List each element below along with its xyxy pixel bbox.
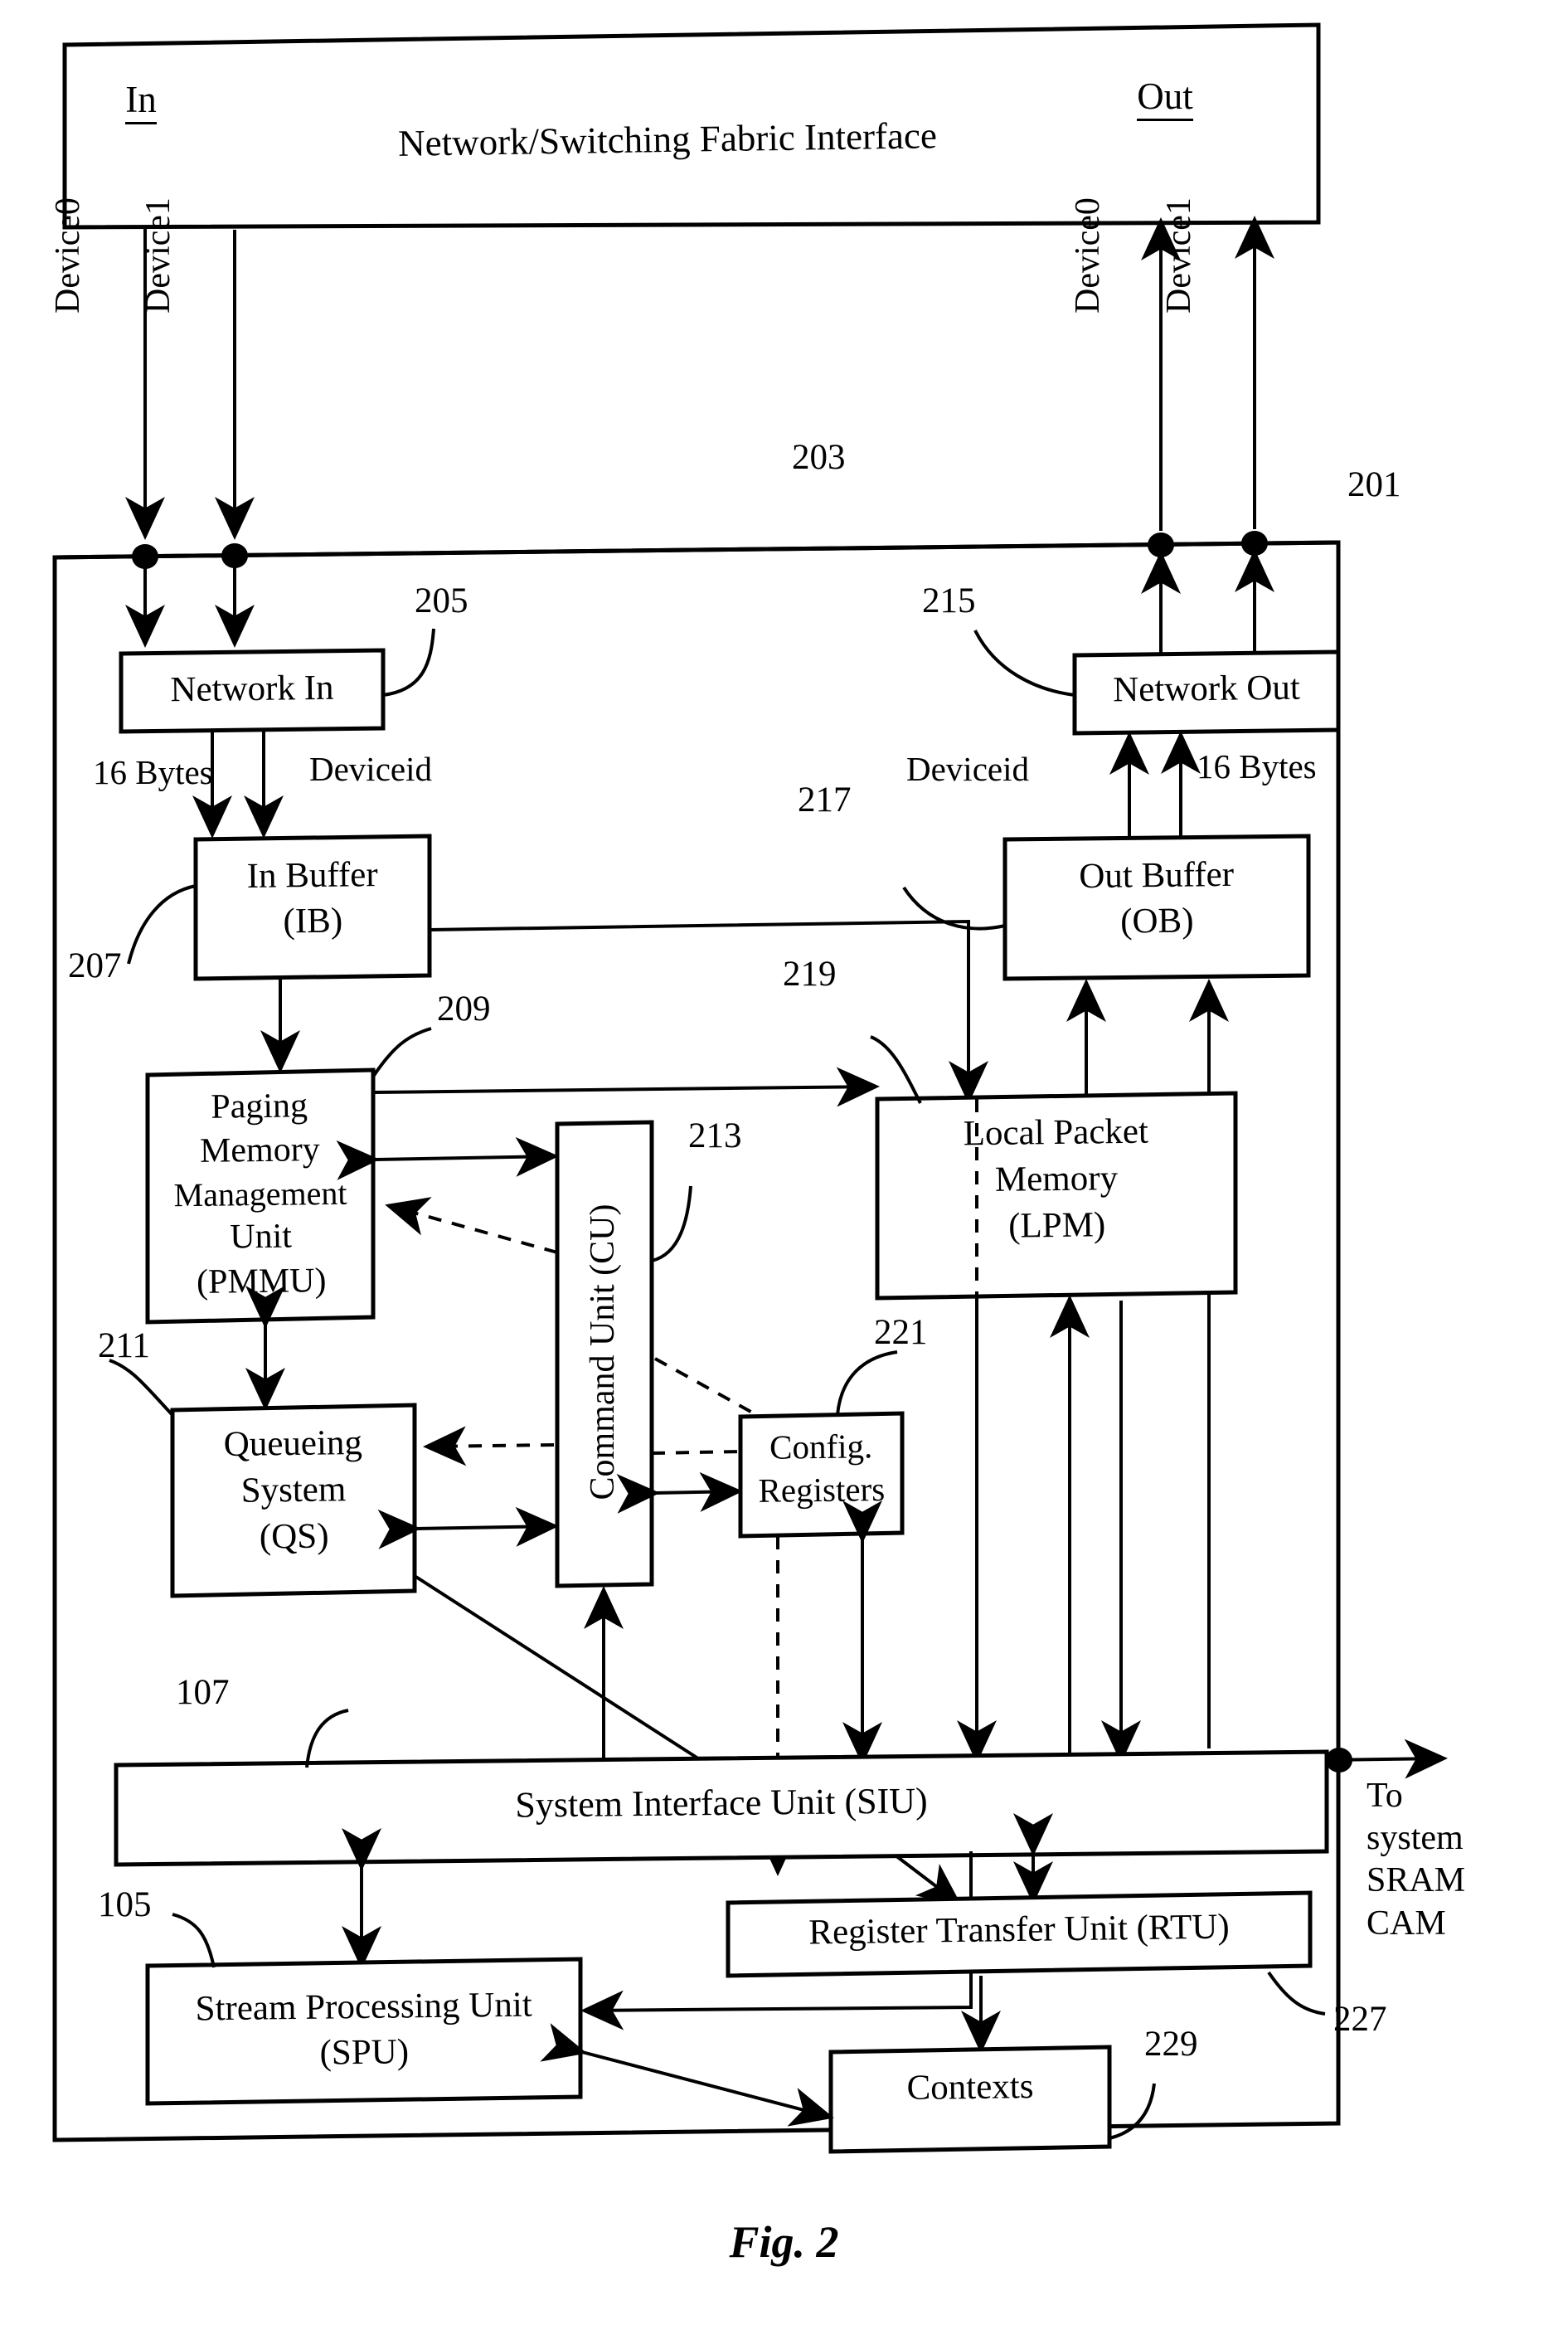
qs-line1: Queueing (223, 1422, 363, 1465)
config-line2: Registers (758, 1470, 886, 1510)
out-buffer-line2: (OB) (1119, 901, 1194, 941)
edge-label-in-16bytes: 16 Bytes (93, 753, 213, 791)
external-line4: CAM (1367, 1904, 1446, 1943)
block-network-out-label: Network Out (1112, 668, 1301, 710)
block-config-registers-label: Config. Registers (740, 1424, 902, 1513)
block-pmmu-label: Paging Memory Management Unit (PMMU) (146, 1083, 374, 1305)
ref-215: 215 (922, 581, 976, 620)
cu-configregs-bidir (616, 1471, 743, 1514)
ref-213: 213 (688, 1116, 742, 1155)
fabric-interface-title: Network/Switching Fabric Interface (397, 114, 938, 164)
block-in-buffer-label: In Buffer (IB) (195, 851, 430, 945)
ref-203: 203 (792, 438, 846, 477)
ref-227: 227 (1333, 2000, 1387, 2039)
in-buffer-line1: In Buffer (246, 855, 378, 896)
external-line1: To (1367, 1777, 1403, 1815)
out-buffer-line1: Out Buffer (1079, 854, 1235, 897)
fabric-out-port-device1-label: Device1 (1160, 197, 1198, 314)
block-rtu-label: Register Transfer Unit (RTU) (808, 1907, 1231, 1953)
spu-line2: (SPU) (319, 2032, 410, 2073)
block-out-buffer-label: Out Buffer (OB) (1004, 851, 1308, 946)
ref-105: 105 (98, 1885, 152, 1924)
pmmu-line2: Memory (199, 1131, 320, 1171)
pmmu-line3: Management (173, 1174, 347, 1213)
block-network-in-label: Network In (170, 668, 334, 710)
in-buffer-line2: (IB) (283, 901, 343, 941)
block-command-unit-label: Command Unit (CU) (584, 1204, 622, 1500)
ref-219: 219 (783, 955, 837, 994)
config-line1: Config. (769, 1427, 873, 1466)
ref-229: 229 (1144, 2025, 1198, 2064)
ref-201: 201 (1347, 465, 1401, 504)
siu-external-junction (1326, 1748, 1352, 1773)
block-queueing-system-label: Queueing System (QS) (172, 1419, 415, 1561)
qs-line2: System (240, 1470, 347, 1510)
block-lpm-label: Local Packet Memory (LPM) (876, 1107, 1236, 1251)
ref-207: 207 (68, 946, 122, 985)
edge-label-out-16bytes: 16 Bytes (1197, 747, 1317, 785)
pmmu-line4: Unit (230, 1217, 293, 1257)
ref-211: 211 (98, 1326, 150, 1365)
ref-217: 217 (798, 781, 852, 819)
external-target-label: To system SRAM CAM (1367, 1775, 1524, 1945)
ref-107: 107 (176, 1673, 230, 1712)
fabric-out-port-device0-label: Device0 (1069, 197, 1107, 314)
spu-line1: Stream Processing Unit (195, 1985, 532, 2029)
block-contexts-label: Contexts (906, 2067, 1034, 2108)
external-line2: system (1367, 1819, 1464, 1858)
lpm-line2: Memory (994, 1158, 1119, 1199)
edge-label-in-deviceid: Deviceid (309, 750, 432, 788)
ref-209: 209 (437, 990, 491, 1029)
lpm-line3: (LPM) (1007, 1205, 1106, 1246)
fabric-in-port-device0-label: Device0 (49, 197, 87, 314)
fabric-in-port-device1-label: Device1 (139, 197, 177, 314)
external-line3: SRAM (1367, 1861, 1466, 1900)
lpm-line1: Local Packet (963, 1111, 1149, 1154)
pmmu-line1: Paging (211, 1087, 308, 1126)
edge-label-out-deviceid: Deviceid (906, 750, 1029, 788)
pmmu-line5: (PMMU) (196, 1261, 327, 1301)
ref-205: 205 (415, 581, 468, 620)
qs-line3: (QS) (259, 1516, 329, 1557)
ref-221: 221 (874, 1313, 928, 1352)
block-spu-label: Stream Processing Unit (SPU) (147, 1982, 580, 2078)
figure-caption: Fig. 2 (729, 2217, 839, 2267)
patent-figure: Network/Switching Fabric Interface In Ou… (0, 0, 1568, 2344)
